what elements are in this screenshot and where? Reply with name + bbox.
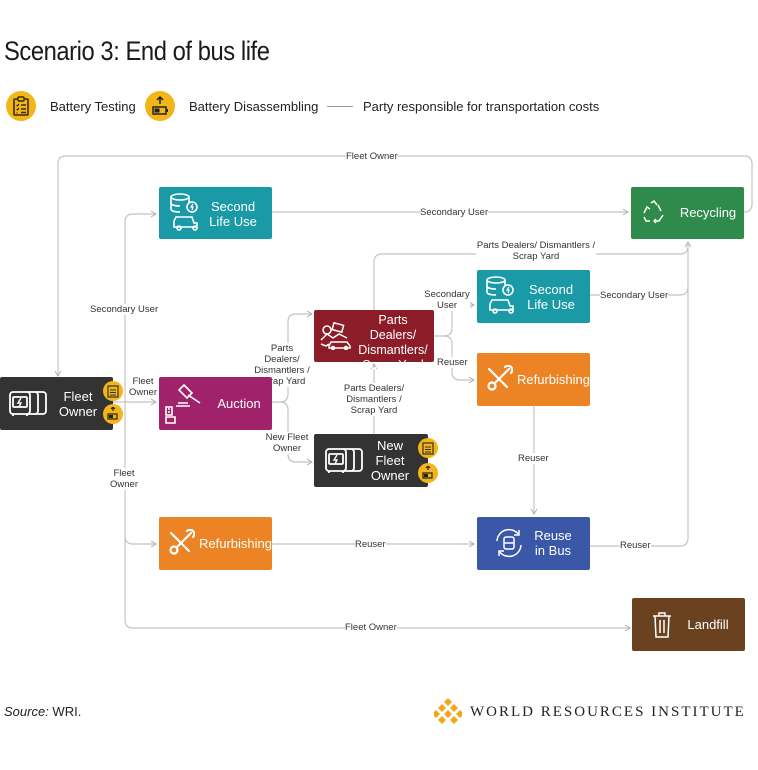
edge-label: Fleet Owner <box>106 468 142 490</box>
node-label: Refurbishing <box>517 372 590 387</box>
edge-label: Secondary User <box>420 207 489 218</box>
node-refurbishing-bottom[interactable]: Refurbishing <box>159 517 272 570</box>
edge-fleet-to-refurb <box>124 535 157 548</box>
node-label: Landfill <box>687 617 729 632</box>
wri-logo: WORLD RESOURCES INSTITUTE <box>434 698 746 726</box>
gavel-icon <box>164 381 208 430</box>
source-value: WRI. <box>48 704 82 719</box>
scrap-pile-icon <box>319 321 353 355</box>
edge-label: Fleet Owner <box>128 376 158 398</box>
edge-label: Parts Dealers/ Dismantlers / Scrap Yard <box>476 240 596 262</box>
edge-label: Reuser <box>437 357 468 368</box>
edge-label: Secondary User <box>600 290 669 301</box>
node-reuse-bus[interactable]: Reuse in Bus <box>477 517 590 570</box>
battery-testing-badge <box>418 438 438 458</box>
node-label: Parts Dealers/ Dismantlers/ Scrap Yard <box>358 313 428 372</box>
org-name: WORLD RESOURCES INSTITUTE <box>470 703 746 720</box>
wrench-screwdriver-icon <box>485 364 514 398</box>
wri-diamond-icon <box>434 698 462 724</box>
bus-cycle-icon <box>493 527 525 564</box>
edge-label: Fleet Owner <box>345 622 397 633</box>
battery-disassembling-badge <box>418 463 438 483</box>
edge-label: Parts Dealers/ Dismantlers / Scrap Yard <box>342 383 406 416</box>
node-label: New Fleet Owner <box>370 438 410 483</box>
node-auction[interactable]: Auction <box>159 377 272 430</box>
node-label: Second Life Use <box>527 282 575 312</box>
node-second-life-top[interactable]: Second Life Use <box>159 187 272 239</box>
edge-label: Secondary User <box>424 289 470 311</box>
node-fleet-owner[interactable]: Fleet Owner <box>0 377 113 430</box>
node-label: Auction <box>217 396 261 411</box>
battery-testing-badge <box>103 381 123 401</box>
node-parts-dealers[interactable]: Parts Dealers/ Dismantlers/ Scrap Yard <box>314 310 434 372</box>
battery-storage-rickshaw-icon <box>169 193 203 238</box>
edge-label: Fleet Owner <box>346 151 398 162</box>
node-label: Second Life Use <box>209 199 257 229</box>
edge-label: Secondary User <box>90 304 159 315</box>
edge-label: New Fleet Owner <box>264 432 310 454</box>
battery-storage-rickshaw-icon <box>485 276 519 321</box>
node-label: Refurbishing <box>199 536 272 551</box>
node-label: Recycling <box>679 205 737 220</box>
source-label: Source: <box>4 704 49 719</box>
recycle-icon <box>641 199 667 230</box>
edge-reuse-to-recycling <box>590 242 689 547</box>
battery-disassembling-badge <box>103 404 123 424</box>
electric-bus-fleet-icon <box>8 390 50 423</box>
node-label: Fleet Owner <box>58 389 98 419</box>
source-note: Source: WRI. <box>4 704 81 719</box>
node-refurbishing-right[interactable]: Refurbishing <box>477 353 590 406</box>
node-second-life-right[interactable]: Second Life Use <box>477 270 590 323</box>
trash-bin-icon <box>652 612 672 643</box>
wrench-screwdriver-icon <box>167 528 196 562</box>
edge-label: Reuser <box>355 539 386 550</box>
electric-bus-fleet-icon <box>324 447 366 480</box>
node-new-fleet-owner[interactable]: New Fleet Owner <box>314 434 428 487</box>
edge-label: Reuser <box>620 540 651 551</box>
edge-label: Reuser <box>518 453 549 464</box>
node-landfill[interactable]: Landfill <box>632 598 745 651</box>
node-label: Reuse in Bus <box>534 528 572 558</box>
node-recycling[interactable]: Recycling <box>631 187 744 239</box>
